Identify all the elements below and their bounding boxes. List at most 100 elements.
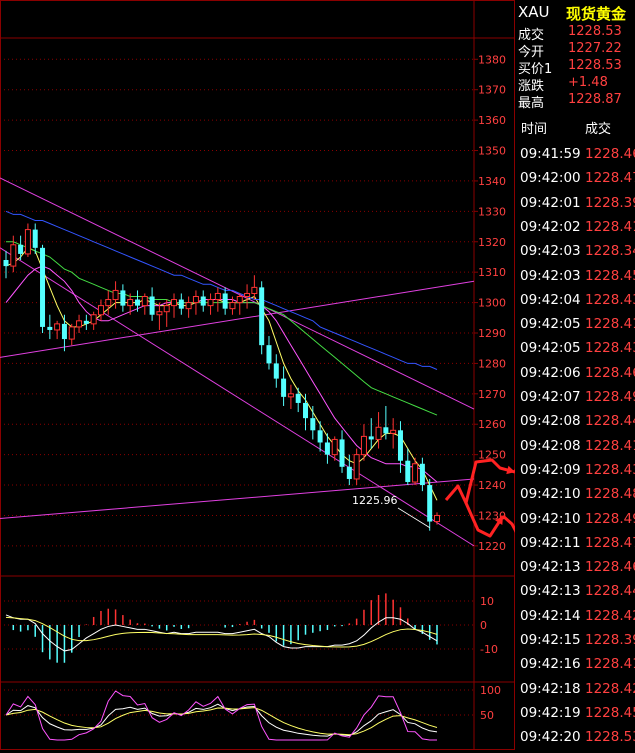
tick-row: 09:42:161228.41 <box>520 656 635 680</box>
tick-time: 09:42:03 <box>520 243 581 260</box>
candle-body <box>192 296 199 304</box>
tick-row: 09:42:021228.41 <box>520 218 635 243</box>
candle-body <box>32 229 38 248</box>
tick-price: 1228.45 <box>585 704 635 721</box>
tick-time: 09:42:18 <box>520 680 581 697</box>
candle-body <box>331 438 338 456</box>
tick-time: 09:42:13 <box>520 559 581 576</box>
y-tick-label: 1310 <box>478 266 506 279</box>
tick-row: 09:42:001228.47 <box>520 170 635 194</box>
candle-body <box>222 293 228 309</box>
tick-time: 09:42:10 <box>520 486 581 503</box>
tick-time: 09:42:01 <box>520 194 581 211</box>
tick-row: 09:42:061228.46 <box>520 365 635 389</box>
tick-row: 09:42:091228.43 <box>520 461 635 486</box>
y-tick-label: 1350 <box>478 145 506 158</box>
candle-body <box>149 296 155 315</box>
tick-price: 1228.48 <box>585 486 635 503</box>
tick-price: 1228.44 <box>585 583 635 600</box>
tick-time: 09:42:19 <box>520 704 581 721</box>
tick-row: 09:42:131228.44 <box>520 583 635 607</box>
kdj-d-line <box>5 707 438 736</box>
candle-body <box>207 299 214 307</box>
y-tick-label: 1270 <box>478 388 506 401</box>
support-line-2 <box>0 478 475 520</box>
candle-body <box>40 247 46 327</box>
quote-value: 1228.53 <box>568 24 622 39</box>
tick-row: 09:42:041228.43 <box>520 292 635 316</box>
candle-body <box>47 326 53 330</box>
tick-time: 09:42:16 <box>520 656 581 673</box>
tick-time: 09:42:05 <box>520 316 581 333</box>
tick-row: 09:42:101228.48 <box>520 486 635 510</box>
candle-body <box>324 442 330 455</box>
candle-body <box>303 402 309 419</box>
tick-row: 09:42:141228.42 <box>520 607 635 632</box>
moving-average-line <box>5 265 438 483</box>
tick-price: 1228.34 <box>585 243 635 260</box>
candle-body <box>120 290 126 306</box>
y-tick-label: 1260 <box>478 418 506 431</box>
candle-body <box>141 296 148 307</box>
tick-price: 1228.45 <box>585 267 635 284</box>
quote-value: 1228.87 <box>568 92 622 107</box>
candle-body <box>419 463 425 486</box>
candle-body <box>105 299 112 307</box>
tick-time: 09:42:14 <box>520 607 581 624</box>
candle-body <box>171 299 178 307</box>
tick-row: 09:42:151228.39 <box>520 632 635 656</box>
tick-price: 1228.43 <box>585 461 635 478</box>
candle-body <box>54 323 61 331</box>
tick-price: 1228.41 <box>585 218 635 235</box>
candle-body <box>90 314 97 325</box>
y-tick-label: 1240 <box>478 479 506 492</box>
candle-body <box>251 286 258 294</box>
candle-body <box>412 463 419 483</box>
quote-symbol: XAU <box>518 3 550 21</box>
candle-body <box>339 439 345 467</box>
macd-axis-label: 0 <box>480 619 487 632</box>
kline-chart[interactable]: 1380 1370 1360 1350 1340 1330 1320 1310 1300 1290… <box>0 0 515 750</box>
tick-row: 09:41:591228.46 <box>520 146 635 170</box>
quote-panel: XAU 现货黄金 成交 1228.53 今开 1227.22 买价1 1228.53 涨跌 +… <box>515 0 635 750</box>
quote-row: 成交 1228.53 <box>518 24 630 43</box>
candle-body <box>405 460 411 483</box>
y-tick-label: 1370 <box>478 84 506 97</box>
macd-axis-label: -10 <box>480 643 498 656</box>
candle-body <box>434 514 440 523</box>
quote-row: 涨跌 +1.48 <box>518 75 630 94</box>
tick-row: 09:42:101228.49 <box>520 510 635 535</box>
tick-row: 09:42:031228.34 <box>520 243 635 267</box>
candle-body <box>346 466 352 479</box>
tick-row: 09:42:111228.47 <box>520 534 635 559</box>
tick-price: 1228.41 <box>585 437 635 454</box>
candle-body <box>156 311 163 316</box>
tick-price: 1228.39 <box>585 632 635 648</box>
tick-row: 09:42:081228.44 <box>520 413 635 437</box>
tick-price: 1228.46 <box>585 146 635 162</box>
candle-body <box>383 427 389 434</box>
y-tick-label: 1320 <box>478 236 506 249</box>
tick-header-time: 时间 <box>521 122 548 137</box>
tick-time: 09:42:00 <box>520 170 581 187</box>
candle-body <box>229 302 236 310</box>
tick-row: 09:42:051228.43 <box>520 340 635 364</box>
tick-row: 09:42:011228.39 <box>520 194 635 219</box>
tick-time: 09:42:08 <box>520 413 581 430</box>
tick-price: 1228.49 <box>585 510 635 527</box>
quote-value: 1227.22 <box>568 41 622 56</box>
y-tick-label: 1340 <box>478 175 506 188</box>
tick-price: 1228.41 <box>585 316 635 333</box>
y-tick-label: 1330 <box>478 205 506 218</box>
tick-price: 1228.53 <box>585 729 635 746</box>
tick-row: 09:42:181228.42 <box>520 680 635 705</box>
quote-value: +1.48 <box>568 75 608 90</box>
tick-time: 09:42:11 <box>520 534 581 551</box>
candle-body <box>295 393 301 403</box>
tick-price: 1228.41 <box>585 656 635 673</box>
quote-row: 今开 1227.22 <box>518 41 630 60</box>
candle-body <box>281 378 287 397</box>
candle-body <box>368 436 374 440</box>
y-tick-label: 1220 <box>478 540 506 553</box>
tick-price: 1228.47 <box>585 534 635 551</box>
